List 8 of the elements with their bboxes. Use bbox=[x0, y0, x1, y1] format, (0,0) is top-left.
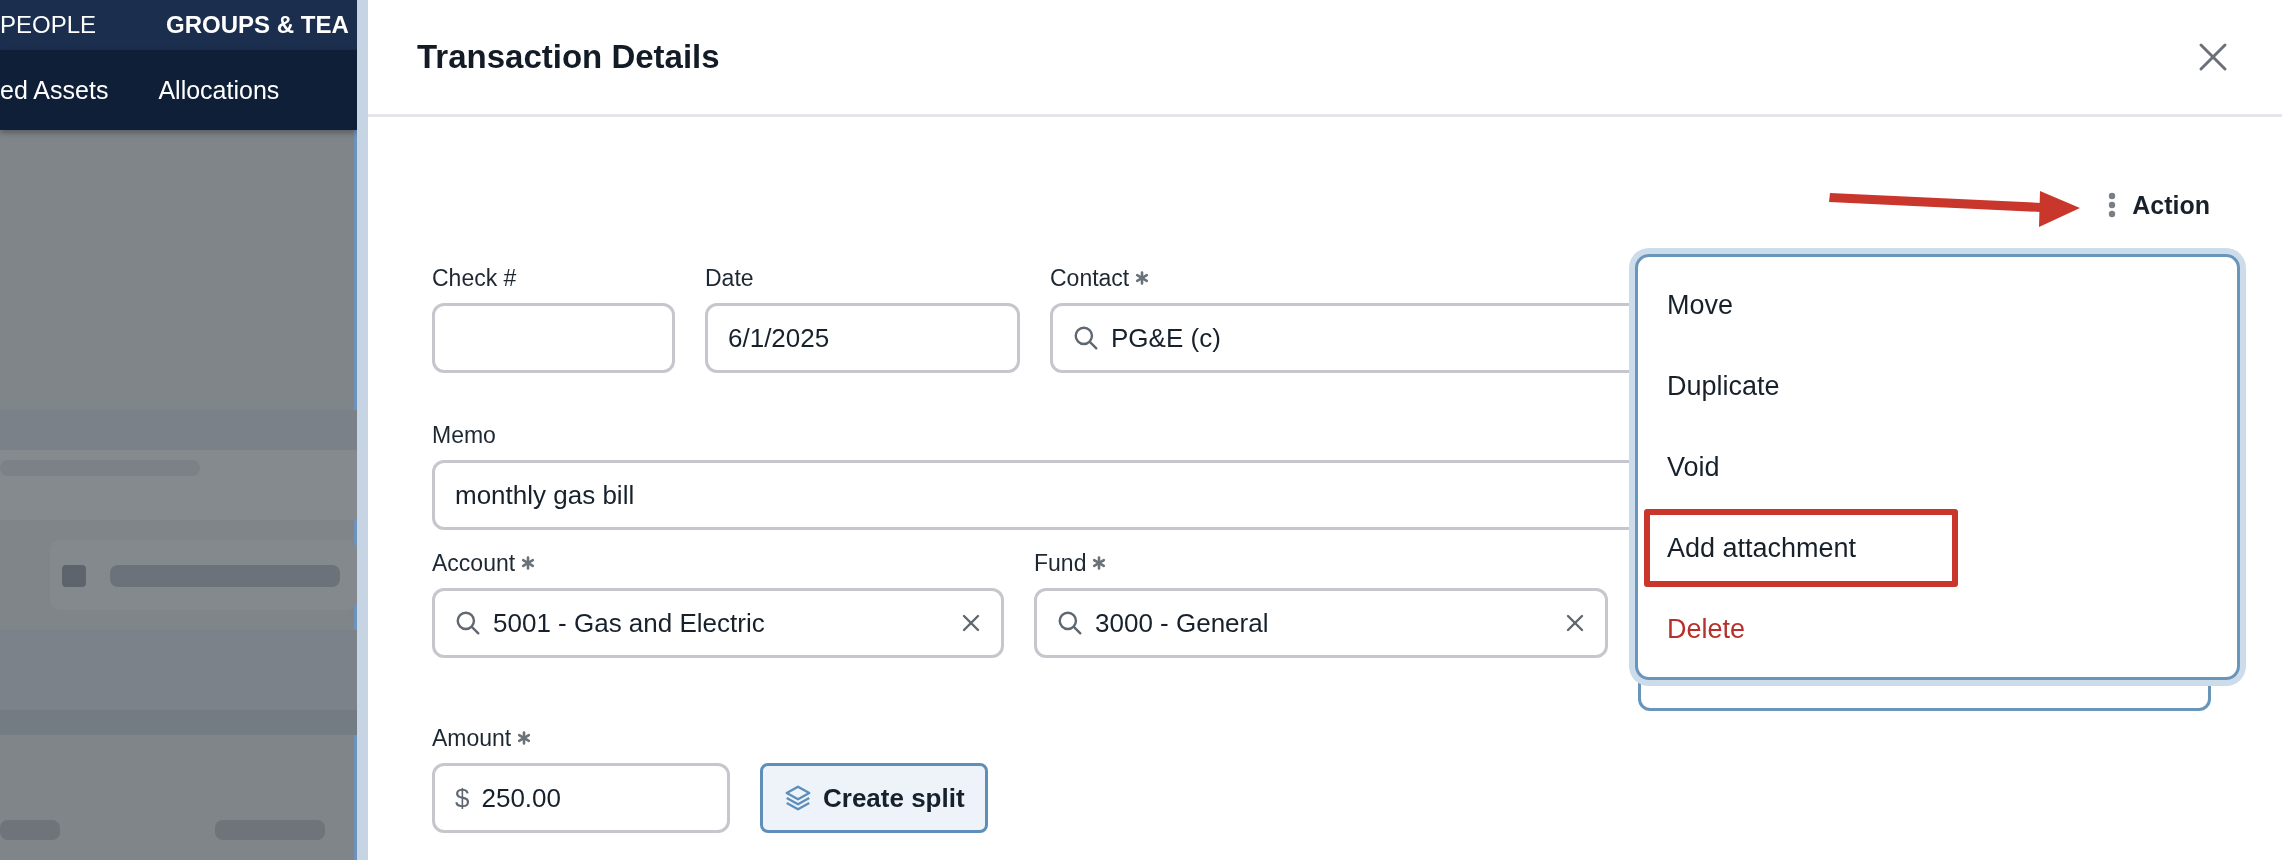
field-label: Account bbox=[432, 549, 516, 577]
field-label: Amount bbox=[432, 724, 512, 752]
field-label: Contact bbox=[1050, 264, 1130, 292]
dialog-title: Transaction Details bbox=[417, 38, 720, 76]
field-label: Date bbox=[705, 264, 754, 292]
field-label: Check # bbox=[432, 264, 517, 292]
field-label: Fund bbox=[1034, 549, 1087, 577]
field-label: Memo bbox=[432, 421, 496, 449]
